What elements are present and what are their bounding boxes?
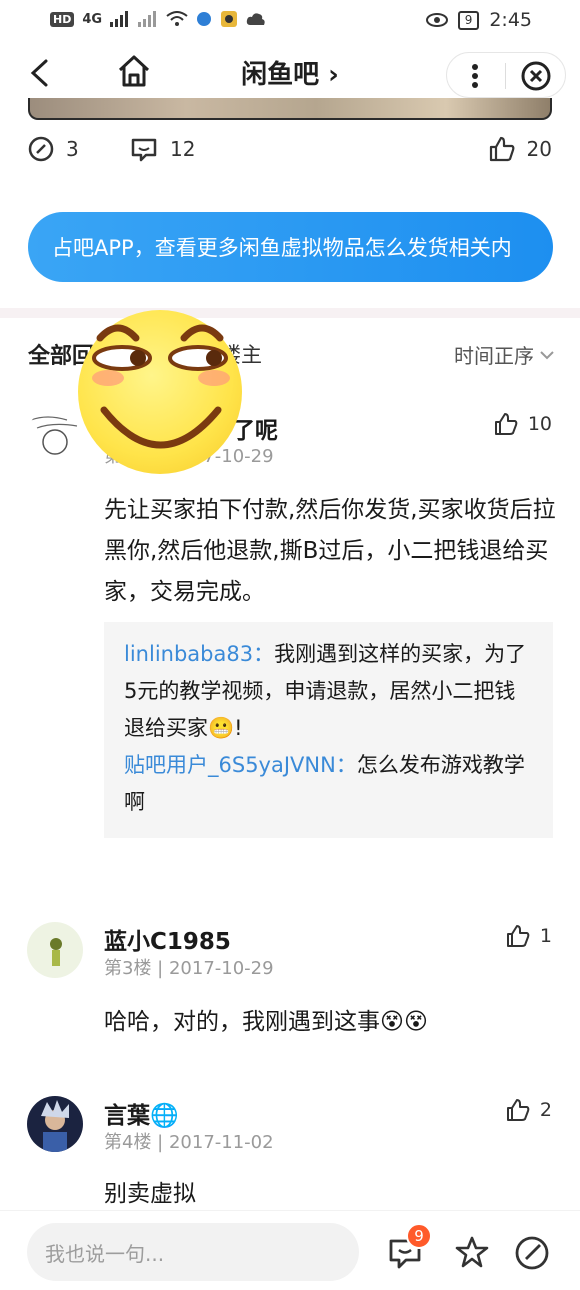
post-like-button[interactable]: 10 [494,412,552,436]
app-notification-icon [197,12,212,26]
avatar[interactable] [27,408,83,464]
star-icon[interactable] [454,1235,490,1269]
thumbs-up-icon [494,413,518,435]
back-icon[interactable] [28,58,52,88]
avatar[interactable] [27,1096,83,1152]
like-count: 2 [539,1099,552,1121]
post-like-button[interactable]: 2 [506,1098,552,1122]
post-stats: 3 12 20 [0,132,580,172]
like-count: 20 [526,137,552,161]
reply-user[interactable]: 贴吧用户_6S5yaJVNN： [124,753,357,777]
thumbs-up-icon [506,1099,530,1121]
time: 2:45 [489,9,532,31]
open-app-button[interactable]: 占吧APP，查看更多闲鱼虚拟物品怎么发货相关内 [28,212,553,282]
share-stat[interactable]: 3 [28,136,79,162]
like-stat[interactable]: 20 [489,136,552,162]
user-name[interactable]: 蓝小C1985 [104,922,231,956]
sub-replies[interactable]: linlinbaba83：我刚遇到这样的买家，为了5元的教学视频，申请退款，居然… [104,622,553,838]
message-badge: 9 [406,1223,432,1249]
home-icon[interactable] [116,54,152,88]
post-content: 哈哈，对的，我刚遇到这事😵😵 [104,1009,428,1035]
forum-title[interactable]: 闲鱼吧 › [190,54,390,91]
status-bar: HD 4G 9 2:45 [0,0,580,42]
battery-icon: 9 [457,10,480,30]
anime-avatar-image [41,1100,69,1152]
like-count: 1 [539,925,552,947]
post-content: 别卖虚拟 [104,1181,196,1207]
reply-user[interactable]: linlinbaba83： [124,642,274,666]
comment-icon [131,138,157,162]
menu-capsule [446,52,566,98]
smirk-emoji-overlay [78,310,242,474]
sketch-avatar-image [30,416,78,455]
cloud-icon [246,13,265,25]
post-image-bottom [28,98,552,120]
post-like-button[interactable]: 1 [506,924,552,948]
wifi-icon [166,11,188,26]
bottom-bar: 我也说一句... 9 [0,1210,580,1290]
thumbs-up-icon [506,925,530,947]
sub-reply: linlinbaba83：我刚遇到这样的买家，为了5元的教学视频，申请退款，居然… [124,636,533,747]
user-name[interactable]: 言葉🌐 [104,1096,179,1130]
smirk-face-icon [92,324,230,449]
close-icon[interactable] [521,61,551,91]
capsule-divider [505,63,506,89]
comment-stat[interactable]: 12 [130,136,195,162]
status-right-icons: 9 2:45 [425,9,532,31]
floor-date: 第3楼 | 2017-10-29 [104,958,274,979]
reply-input[interactable]: 我也说一句... [27,1223,359,1281]
app-notification-icon-2 [221,11,238,27]
chevron-down-icon [540,350,554,359]
thumbs-up-icon [489,136,514,162]
signal-icon-2 [138,11,157,27]
more-icon[interactable] [471,63,479,89]
signal-icon [110,11,129,27]
sub-reply: 贴吧用户_6S5yaJVNN：怎么发布游戏教学啊 [124,747,533,821]
like-count: 10 [527,413,552,435]
avatar[interactable] [27,922,83,978]
cartoon-avatar-image [50,938,62,966]
share-count: 3 [66,137,79,161]
eye-icon [425,13,448,27]
status-left-icons: HD 4G [50,10,266,28]
hd-indicator: HD [50,11,75,27]
edit-share-icon[interactable] [514,1235,550,1271]
sort-dropdown[interactable]: 时间正序 [454,340,554,369]
edit-share-icon [28,136,54,162]
network-type: 4G [82,11,103,27]
nav-bar: 闲鱼吧 › [0,42,580,106]
comment-count: 12 [170,137,196,161]
floor-date: 第4楼 | 2017-11-02 [104,1132,274,1153]
sort-label: 时间正序 [454,344,534,368]
post-content: 先让买家拍下付款,然后你发货,买家收货后拉黑你,然后他退款,撕B过后，小二把钱退… [104,497,556,605]
